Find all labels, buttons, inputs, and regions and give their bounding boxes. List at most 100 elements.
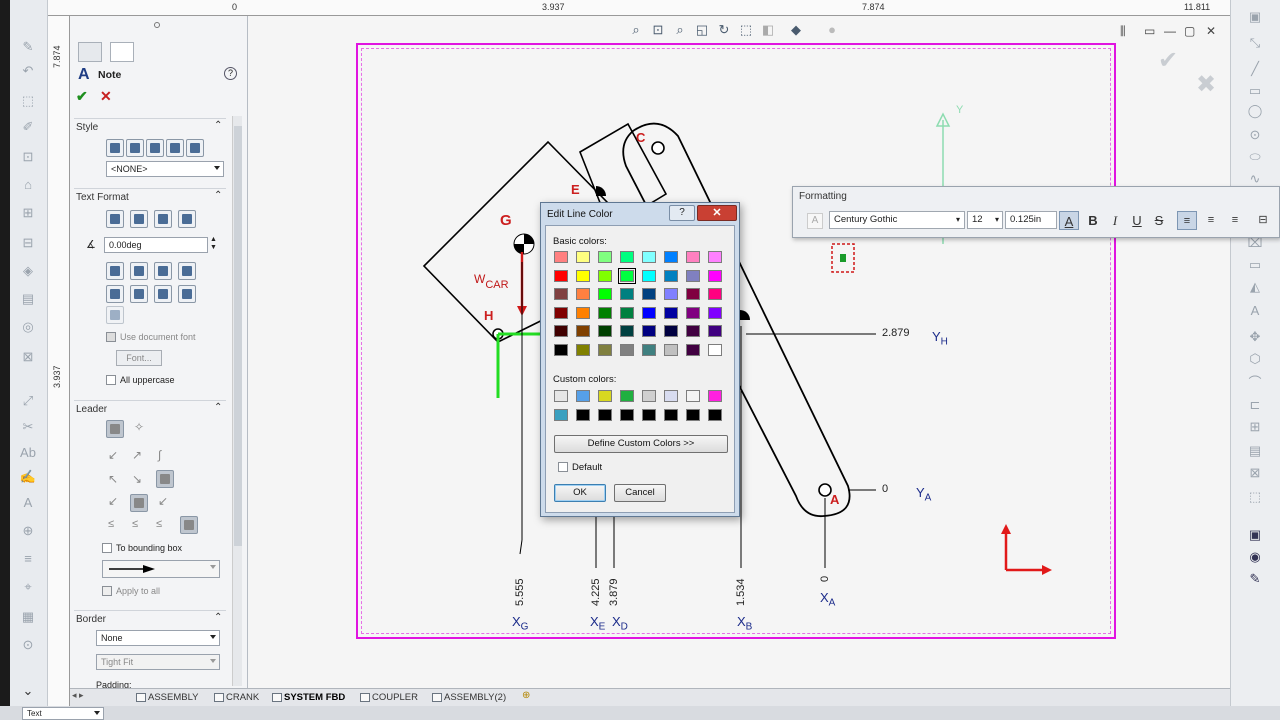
color-swatch[interactable] [642,390,656,402]
tp-tool-icon[interactable]: A [1246,304,1264,318]
color-swatch[interactable] [554,408,568,421]
color-swatch[interactable] [642,325,656,337]
style-delete-button[interactable] [146,139,164,157]
tp-tool-icon[interactable]: ⌒ [1246,376,1264,390]
add-sheet-icon[interactable]: ⊕ [522,690,530,701]
tp-tool-icon[interactable]: ⬡ [1246,352,1264,366]
leader-star-button[interactable] [180,516,198,534]
line-tool-icon[interactable]: ╱ [1246,62,1264,76]
insert-gtol-button[interactable] [130,285,148,303]
tool-icon[interactable]: ◈ [19,264,37,278]
color-swatch[interactable] [686,390,700,402]
tool-icon[interactable]: ⊞ [19,206,37,220]
color-swatch[interactable] [664,408,678,421]
layer-select[interactable]: Text [22,707,104,720]
color-swatch[interactable] [554,343,568,356]
color-swatch[interactable] [554,288,568,300]
tp-tool-icon[interactable]: ▣ [1246,528,1264,542]
color-swatch[interactable] [642,251,656,263]
collapse-icon[interactable]: ⌃ [214,612,222,623]
color-swatch[interactable] [642,269,656,282]
lock-note-button[interactable] [178,262,196,280]
color-swatch[interactable] [686,306,700,319]
leader-attach-icon[interactable]: ↙ [108,494,118,508]
tool-icon[interactable]: ⬚ [19,94,37,108]
color-swatch[interactable] [686,343,700,356]
tp-tool-icon[interactable]: ◉ [1246,550,1264,564]
color-swatch[interactable] [686,288,700,300]
tool-icon[interactable]: ≡ [19,552,37,566]
circle-tool-icon[interactable]: ◯ [1246,104,1264,118]
leader-attach-selected-button[interactable] [130,494,148,512]
tool-icon[interactable]: ⤢ [19,394,37,408]
leader-text-right-icon[interactable]: ≤ [156,518,162,530]
chevron-down-icon[interactable]: ⌄ [19,684,37,698]
use-doc-font-checkbox[interactable] [106,332,116,342]
sheet-tab-assembly-2[interactable]: ASSEMBLY(2) [430,691,506,705]
color-swatch[interactable] [618,267,636,284]
border-select[interactable]: None [96,630,220,646]
color-swatch[interactable] [576,251,590,263]
color-swatch[interactable] [554,269,568,282]
leader-attach-end-icon[interactable]: ↙ [158,494,168,508]
color-swatch[interactable] [598,306,612,319]
color-swatch[interactable] [598,325,612,337]
color-swatch[interactable] [576,325,590,337]
arrow-style-select[interactable] [102,560,220,578]
color-swatch[interactable] [642,343,656,356]
spline-tool-icon[interactable]: ∿ [1246,172,1264,186]
add-symbol-button[interactable] [154,262,172,280]
file-explorer-icon[interactable]: ⤡ [1246,36,1264,50]
color-swatch[interactable] [686,325,700,337]
font-button[interactable]: Font... [116,350,162,366]
color-swatch[interactable] [620,390,634,402]
leader-spline-icon[interactable]: ∫ [158,448,161,462]
tp-tool-icon[interactable]: ⬚ [1246,490,1264,504]
align-left-icon[interactable]: ≡ [1177,211,1197,230]
color-swatch[interactable] [708,343,722,356]
insert-hole-callout-button[interactable] [106,285,124,303]
leader-nearest-button[interactable] [156,470,174,488]
color-swatch[interactable] [598,251,612,263]
tp-tool-icon[interactable]: ⌧ [1246,236,1264,250]
leader-bent-icon[interactable]: ↗ [132,448,142,462]
apply-to-all-checkbox[interactable] [102,586,112,596]
ok-check-icon[interactable]: ✔ [76,88,88,105]
tool-icon[interactable]: ▤ [19,292,37,306]
align-center-button[interactable] [130,210,148,228]
color-swatch[interactable] [708,390,722,402]
tool-icon[interactable]: ⌖ [19,580,37,594]
color-swatch[interactable] [620,343,634,356]
color-swatch[interactable] [708,408,722,421]
color-swatch[interactable] [664,288,678,300]
help-button[interactable]: ? [669,205,695,221]
tool-icon[interactable]: Ab [19,446,37,460]
color-swatch[interactable] [620,306,634,319]
leader-text-left-icon[interactable]: ≤ [108,518,114,530]
color-swatch[interactable] [708,288,722,300]
tool-icon[interactable]: ⊟ [19,236,37,250]
tool-icon[interactable]: ⌂ [19,178,37,192]
sheet-tab-system-fbd[interactable]: SYSTEM FBD [270,691,345,705]
color-swatch[interactable] [554,325,568,337]
color-swatch[interactable] [620,288,634,300]
color-swatch[interactable] [664,251,678,263]
color-swatch[interactable] [620,251,634,263]
cancel-button[interactable]: Cancel [614,484,666,502]
font-size-select[interactable]: 12 ▾ [967,211,1003,229]
tool-icon[interactable]: ✍ [19,470,37,484]
close-button[interactable]: ✕ [697,205,737,221]
align-center-icon[interactable]: ≡ [1201,211,1221,230]
help-icon[interactable]: ? [224,67,237,80]
color-swatch[interactable] [554,390,568,402]
to-bounding-box-checkbox[interactable] [102,543,112,553]
spin-icon[interactable]: ▲ ▼ [210,236,217,252]
color-swatch[interactable] [576,269,590,282]
font-color-button[interactable]: A [1059,211,1079,230]
tab-feature-manager[interactable] [78,42,102,62]
tool-icon[interactable]: ⊡ [19,150,37,164]
align-right-button[interactable] [154,210,172,228]
style-save-button[interactable] [166,139,184,157]
color-swatch[interactable] [598,269,612,282]
leader-auto-button[interactable] [106,420,124,438]
